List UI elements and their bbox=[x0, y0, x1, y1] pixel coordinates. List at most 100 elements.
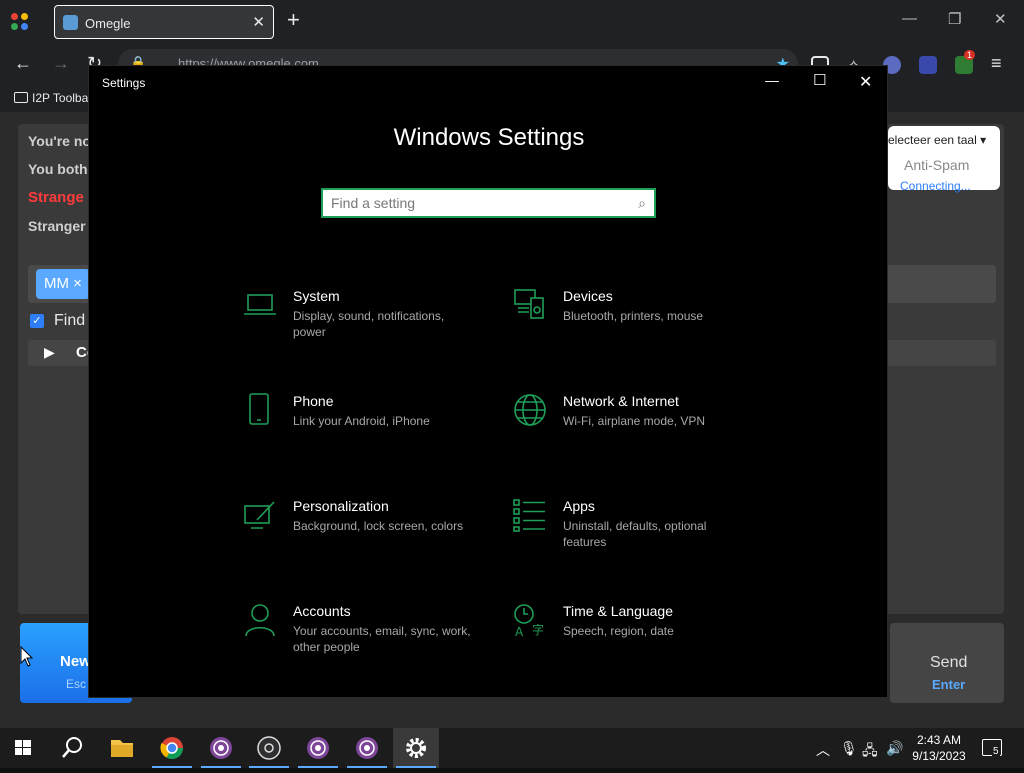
settings-button[interactable] bbox=[393, 728, 439, 768]
category-desc: Your accounts, email, sync, work, other … bbox=[293, 624, 471, 654]
category-name: Apps bbox=[563, 498, 595, 514]
category-network[interactable]: Network & Internet Wi-Fi, airplane mode,… bbox=[513, 393, 763, 473]
settings-window: Settings — ☐ ✕ Windows Settings ⌕ System… bbox=[88, 65, 888, 698]
menu-icon[interactable]: ≡ bbox=[991, 54, 1002, 72]
start-button[interactable] bbox=[0, 728, 46, 768]
globe-icon bbox=[514, 394, 546, 426]
category-name: Devices bbox=[563, 288, 613, 304]
category-name: Network & Internet bbox=[563, 393, 679, 409]
paint-icon bbox=[244, 501, 275, 529]
search-button[interactable] bbox=[49, 728, 95, 768]
person-icon bbox=[245, 604, 275, 637]
new-chat-hint: Esc bbox=[66, 677, 87, 691]
apps-icon bbox=[513, 499, 545, 532]
category-name: System bbox=[293, 288, 340, 304]
network-icon[interactable]: 🖧 bbox=[862, 740, 878, 764]
status-line: Stranger bbox=[28, 218, 86, 234]
status-line: Strange bbox=[28, 189, 84, 206]
mouse-cursor-icon bbox=[20, 646, 34, 667]
status-line: You're no bbox=[28, 133, 91, 149]
folder-icon bbox=[14, 92, 28, 103]
windows-logo-icon bbox=[15, 740, 31, 755]
new-chat-label: New bbox=[60, 653, 91, 670]
search-icon: ⌕ bbox=[638, 195, 646, 211]
tab-title: Omegle bbox=[85, 16, 131, 31]
maximize-icon[interactable]: ☐ bbox=[813, 71, 826, 89]
tor-button[interactable] bbox=[198, 728, 244, 768]
category-accounts[interactable]: Accounts Your accounts, email, sync, wor… bbox=[243, 603, 493, 683]
search-input[interactable] bbox=[331, 194, 621, 212]
find-option[interactable]: ✓ Find bbox=[30, 312, 85, 330]
category-desc: Display, sound, notifications, power bbox=[293, 309, 445, 339]
minimize-icon[interactable]: — bbox=[765, 72, 779, 88]
chevron-up-icon[interactable]: ︿ bbox=[816, 740, 830, 760]
volume-icon[interactable]: 🔊 bbox=[886, 740, 903, 757]
close-icon[interactable]: ✕ bbox=[859, 72, 872, 92]
window-title: Settings bbox=[102, 76, 146, 90]
laptop-icon bbox=[244, 294, 276, 315]
category-desc: Uninstall, defaults, optional features bbox=[563, 519, 707, 549]
omegle-favicon-icon bbox=[63, 15, 78, 30]
settings-search[interactable]: ⌕ bbox=[321, 188, 656, 218]
close-icon[interactable]: ✕ bbox=[994, 10, 1007, 28]
category-system[interactable]: System Display, sound, notifications, po… bbox=[243, 288, 493, 368]
expand-icon[interactable]: ▶ bbox=[44, 344, 55, 361]
page-title: Windows Settings bbox=[393, 124, 585, 151]
category-desc: Bluetooth, printers, mouse bbox=[563, 309, 704, 323]
category-devices[interactable]: Devices Bluetooth, printers, mouse bbox=[513, 288, 763, 368]
extension-icon[interactable] bbox=[919, 56, 937, 74]
bookmark-folder[interactable]: I2P Toolbar bbox=[32, 91, 92, 105]
category-time-language[interactable]: A 字 Time & Language Speech, region, date bbox=[513, 603, 763, 683]
category-personalization[interactable]: Personalization Background, lock screen,… bbox=[243, 498, 493, 578]
svg-text:字: 字 bbox=[532, 622, 544, 637]
tor-icon bbox=[356, 737, 378, 759]
find-checkbox[interactable]: ✓ bbox=[30, 314, 44, 328]
new-tab-button[interactable]: + bbox=[287, 9, 300, 31]
taskbar: ︿ 🎙 🖧 🔊 2:43 AM 9/13/2023 5 bbox=[0, 728, 1024, 768]
connecting-status: Connecting... bbox=[900, 179, 971, 193]
send-button[interactable]: Send Enter bbox=[890, 623, 1004, 703]
tab-strip: Omegle ✕ + — ❐ ✕ bbox=[0, 0, 1024, 44]
notification-count: 5 bbox=[992, 746, 1000, 757]
folder-icon bbox=[111, 740, 133, 757]
category-apps[interactable]: Apps Uninstall, defaults, optional featu… bbox=[513, 498, 763, 578]
notifications-icon[interactable]: 5 bbox=[982, 739, 1002, 757]
forward-icon[interactable]: → bbox=[52, 54, 70, 72]
browser-tab[interactable]: Omegle ✕ bbox=[54, 5, 274, 39]
chrome-icon bbox=[160, 737, 183, 759]
obs-button[interactable] bbox=[246, 728, 292, 768]
category-desc: Speech, region, date bbox=[563, 624, 674, 638]
apps-grid-icon[interactable] bbox=[11, 13, 29, 31]
back-icon[interactable]: ← bbox=[14, 54, 32, 72]
microphone-icon[interactable]: 🎙 bbox=[840, 740, 858, 757]
devices-icon bbox=[514, 289, 544, 319]
chrome-button[interactable] bbox=[149, 728, 195, 768]
anti-spam-label: Anti-Spam bbox=[904, 157, 970, 173]
status-line: You both bbox=[28, 161, 88, 177]
tab-close-button[interactable]: ✕ bbox=[252, 13, 265, 31]
obs-icon bbox=[257, 736, 281, 760]
category-name: Phone bbox=[293, 393, 334, 409]
category-phone[interactable]: Phone Link your Android, iPhone bbox=[243, 393, 493, 473]
category-desc: Wi-Fi, airplane mode, VPN bbox=[563, 414, 706, 428]
restore-icon[interactable]: ❐ bbox=[948, 10, 961, 28]
tor-button[interactable] bbox=[344, 728, 390, 768]
minimize-icon[interactable]: — bbox=[902, 10, 917, 27]
category-name: Accounts bbox=[293, 603, 351, 619]
send-hint: Enter bbox=[932, 677, 966, 692]
phone-icon bbox=[249, 393, 269, 425]
clock-time: 2:43 AM bbox=[916, 733, 962, 747]
language-select[interactable]: electeer een taal ▾ bbox=[888, 133, 986, 147]
interest-tag[interactable]: MM × bbox=[36, 269, 90, 299]
svg-text:A: A bbox=[515, 625, 524, 637]
extension-badge-count: 1 bbox=[964, 50, 976, 60]
category-desc: Background, lock screen, colors bbox=[293, 519, 464, 533]
file-explorer-button[interactable] bbox=[99, 728, 145, 768]
tor-icon bbox=[210, 737, 232, 759]
category-name: Personalization bbox=[293, 498, 389, 514]
extension-badge-icon[interactable]: 1 bbox=[955, 50, 976, 74]
tor-icon bbox=[307, 737, 329, 759]
search-icon bbox=[62, 737, 82, 758]
clock[interactable]: 2:43 AM 9/13/2023 bbox=[908, 732, 970, 764]
tor-button[interactable] bbox=[295, 728, 341, 768]
